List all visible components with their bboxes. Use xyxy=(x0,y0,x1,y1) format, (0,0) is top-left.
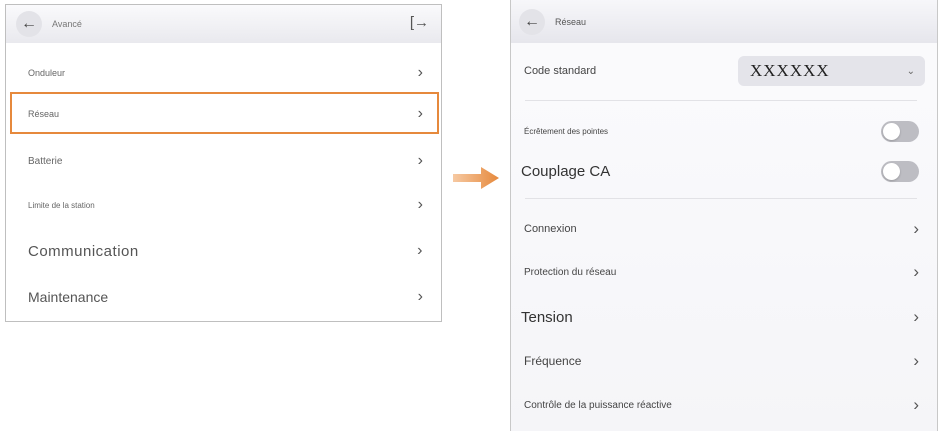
chevron-right-icon: › xyxy=(913,395,919,414)
right-header: ← Réseau xyxy=(511,0,937,43)
menu-item-limite[interactable]: Limite de la station › xyxy=(6,185,441,225)
reseau-settings-panel: ← Réseau Code standard XXXXXX ⌄ Écrêteme… xyxy=(510,0,938,431)
back-button[interactable]: ← xyxy=(16,11,42,37)
chevron-right-icon: › xyxy=(913,219,919,238)
menu-item-label: Maintenance xyxy=(28,289,109,305)
menu-item-batterie[interactable]: Batterie › xyxy=(6,141,441,181)
chevron-right-icon: › xyxy=(417,196,423,213)
menu-item-onduleur[interactable]: Onduleur › xyxy=(6,53,441,93)
menu-item-tension[interactable]: Tension › xyxy=(511,299,937,335)
toggle-knob xyxy=(883,122,900,140)
advanced-menu-panel: ← Avancé [→ Onduleur › Réseau › Batterie… xyxy=(5,4,442,322)
ecretement-label: Écrêtement des pointes xyxy=(524,126,609,136)
left-page-title: Avancé xyxy=(52,19,82,29)
right-page-title: Réseau xyxy=(555,16,587,27)
ecretement-toggle[interactable] xyxy=(881,120,919,142)
transition-arrow-icon xyxy=(453,167,499,189)
chevron-right-icon: › xyxy=(913,262,919,281)
menu-item-label: Limite de la station xyxy=(28,200,95,210)
chevron-right-icon: › xyxy=(417,152,423,169)
menu-item-label: Batterie xyxy=(28,155,63,167)
code-standard-row: Code standard XXXXXX ⌄ xyxy=(511,54,937,88)
menu-item-maintenance[interactable]: Maintenance › xyxy=(6,275,441,319)
menu-item-communication[interactable]: Communication › xyxy=(6,229,441,273)
couplage-ca-row: Couplage CA xyxy=(511,156,937,186)
divider xyxy=(525,198,917,199)
chevron-right-icon: › xyxy=(417,242,423,259)
left-header: ← Avancé [→ xyxy=(6,5,441,43)
menu-item-puissance-reactive[interactable]: Contrôle de la puissance réactive › xyxy=(511,388,937,422)
menu-item-protection-reseau[interactable]: Protection du réseau › xyxy=(511,255,937,289)
chevron-right-icon: › xyxy=(913,307,919,326)
back-button[interactable]: ← xyxy=(519,8,545,35)
toggle-knob xyxy=(883,162,900,180)
logout-icon[interactable]: [→ xyxy=(410,15,429,30)
menu-item-label: Fréquence xyxy=(524,354,582,368)
menu-item-label: Protection du réseau xyxy=(524,266,617,278)
ecretement-row: Écrêtement des pointes xyxy=(511,118,937,144)
back-arrow-icon: ← xyxy=(21,15,37,32)
chevron-right-icon: › xyxy=(417,64,423,81)
divider xyxy=(525,100,917,101)
couplage-ca-label: Couplage CA xyxy=(521,162,611,180)
menu-item-label: Communication xyxy=(28,242,139,260)
chevron-right-icon: › xyxy=(913,351,919,370)
menu-item-connexion[interactable]: Connexion › xyxy=(511,212,937,246)
menu-item-label: Connexion xyxy=(524,223,577,235)
menu-item-label: Onduleur xyxy=(28,68,66,78)
code-standard-label: Code standard xyxy=(524,65,597,77)
selection-highlight xyxy=(10,92,439,134)
code-standard-select[interactable]: XXXXXX ⌄ xyxy=(738,56,925,86)
back-arrow-icon: ← xyxy=(524,12,540,30)
chevron-right-icon: › xyxy=(417,288,423,305)
chevron-down-icon: ⌄ xyxy=(906,65,915,77)
menu-item-label: Contrôle de la puissance réactive xyxy=(524,399,672,411)
menu-item-label: Tension xyxy=(521,308,573,326)
menu-item-frequence[interactable]: Fréquence › xyxy=(511,344,937,378)
couplage-ca-toggle[interactable] xyxy=(881,160,919,182)
code-standard-value: XXXXXX xyxy=(750,61,830,80)
